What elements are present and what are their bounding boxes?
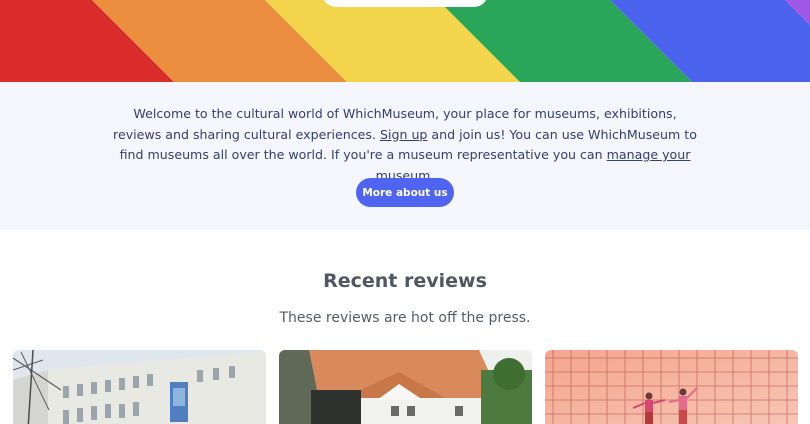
search-box[interactable] (322, 0, 488, 7)
recent-reviews-subtitle: These reviews are hot off the press. (279, 310, 531, 326)
house-photo (279, 350, 532, 424)
museum-building-photo (13, 350, 266, 424)
signup-link[interactable]: Sign up (380, 127, 427, 142)
hero-banner (0, 0, 810, 82)
intro-section: Welcome to the cultural world of WhichMu… (0, 82, 810, 230)
rainbow-stripes (0, 0, 810, 82)
review-card-2[interactable] (279, 350, 532, 424)
recent-reviews-title: Recent reviews (323, 270, 487, 292)
more-about-us-button[interactable]: More about us (356, 178, 454, 207)
exhibition-photo (545, 350, 798, 424)
intro-text: Welcome to the cultural world of WhichMu… (110, 104, 700, 186)
review-card-1[interactable] (13, 350, 266, 424)
review-card-3[interactable] (545, 350, 798, 424)
